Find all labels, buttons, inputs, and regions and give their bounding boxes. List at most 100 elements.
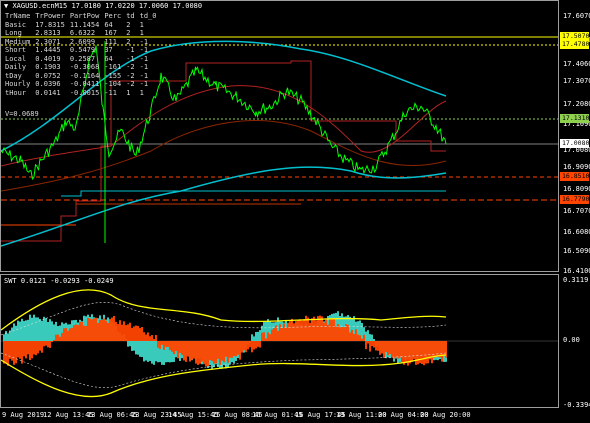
price-level-tag: 16.7790	[560, 195, 590, 204]
histogram-bar	[27, 319, 29, 341]
histogram-bar	[7, 333, 9, 341]
table-cell: -1	[139, 37, 149, 46]
table-cell: Hourly	[5, 80, 31, 88]
histogram-bar	[357, 334, 359, 341]
price-level-tag: 17.4780	[560, 40, 590, 49]
histogram-bar	[3, 341, 5, 364]
histogram-bar	[147, 332, 149, 341]
histogram-bar	[295, 321, 297, 341]
histogram-bar	[361, 323, 363, 341]
histogram-bar	[163, 341, 165, 350]
histogram-bar	[143, 341, 145, 362]
histogram-bar	[15, 341, 17, 364]
histogram-bar	[93, 318, 95, 341]
histogram-bar	[117, 324, 119, 341]
histogram-bar	[119, 320, 121, 341]
histogram-bar	[391, 341, 393, 358]
table-cell: Long	[5, 29, 22, 37]
histogram-bar	[27, 341, 29, 355]
col-header: TrName	[5, 12, 31, 20]
histogram-bar	[375, 341, 377, 351]
collapse-arrow-icon[interactable]: ▼	[4, 2, 8, 10]
time-tick-label: 13 Aug 06:45	[87, 411, 138, 419]
histogram-bar	[343, 327, 345, 341]
histogram-bar	[229, 341, 231, 358]
table-cell: 64	[104, 54, 113, 63]
histogram-bar	[227, 341, 229, 363]
histogram-bar	[187, 341, 189, 357]
histogram-bar	[245, 341, 247, 353]
histogram-bar	[29, 341, 31, 360]
histogram-bar	[233, 341, 235, 357]
indicator-tick-label: -0.3394	[563, 401, 590, 409]
histogram-bar	[45, 341, 47, 346]
upper-band	[1, 289, 447, 331]
histogram-bar	[35, 341, 37, 356]
histogram-bar	[355, 329, 357, 341]
indicator-tick-label: 0.00	[563, 336, 580, 344]
histogram-bar	[175, 341, 177, 351]
histogram-bar	[231, 341, 233, 358]
histogram-bar	[79, 321, 81, 341]
ma-red	[1, 85, 447, 167]
histogram-bar	[327, 324, 329, 341]
histogram-bar	[31, 317, 33, 341]
histogram-bar	[333, 318, 335, 341]
price-tick-label: 17.4060	[563, 60, 590, 68]
table-cell: 2	[126, 20, 131, 29]
histogram-bar	[351, 330, 353, 341]
col-header: Perc	[104, 12, 122, 20]
price-tick-label: 16.7070	[563, 207, 590, 215]
histogram-bar	[49, 319, 51, 341]
histogram-bar	[325, 319, 327, 341]
histogram-bar	[171, 341, 173, 352]
swt-indicator-pane[interactable]	[0, 274, 559, 408]
histogram-bar	[155, 341, 157, 362]
histogram-bar	[371, 341, 373, 347]
histogram-bar	[85, 326, 87, 341]
cyan-level-line	[61, 190, 446, 197]
histogram-bar	[83, 325, 85, 341]
price-tick-label: 16.9090	[563, 163, 590, 171]
histogram-bar	[81, 321, 83, 341]
histogram-bar	[139, 341, 141, 357]
histogram-bar	[149, 336, 151, 341]
histogram-bar	[221, 341, 223, 361]
table-cell: 2	[126, 29, 131, 37]
price-level-tag: 17.1310	[560, 114, 590, 123]
histogram-bar	[409, 341, 411, 364]
histogram-bar	[13, 341, 15, 365]
table-cell: Basic	[5, 20, 27, 29]
histogram-bar	[389, 341, 391, 354]
table-row: Long 2.8313 6.6322 167 2 1	[5, 29, 161, 38]
trend-power-table: TrName TrPower PartPow Perc td td_0 Basi…	[5, 12, 161, 97]
histogram-bar	[5, 341, 7, 364]
table-cell: 111	[104, 37, 117, 46]
histogram-bar	[311, 318, 313, 341]
histogram-bar	[25, 341, 27, 359]
histogram-bar	[101, 320, 103, 341]
table-cell: -1	[139, 46, 149, 54]
table-cell: 0.0396	[35, 80, 61, 88]
table-row: tHour 0.0141 -0.0015 -11 1 1	[5, 89, 161, 98]
histogram-bar	[129, 322, 131, 341]
histogram-bar	[31, 341, 33, 359]
table-row: Medium 2.3071 2.6099 111 2 -1	[5, 38, 161, 47]
histogram-bar	[33, 314, 35, 341]
histogram-bar	[63, 328, 65, 341]
histogram-bar	[33, 341, 35, 355]
histogram-bar	[369, 341, 371, 352]
time-tick-label: 9 Aug 2019	[2, 411, 45, 419]
histogram-bar	[223, 341, 225, 363]
histogram-bar	[47, 321, 49, 341]
table-row: Daily 0.1903 -0.3068 -161 -2 -1	[5, 63, 161, 72]
histogram-bar	[73, 325, 75, 341]
histogram-bar	[235, 341, 237, 357]
histogram-bar	[17, 320, 19, 341]
histogram-bar	[39, 318, 41, 341]
table-cell: tDay	[5, 71, 22, 80]
col-header: td	[126, 12, 135, 20]
histogram-bar	[369, 334, 371, 341]
histogram-bar	[393, 341, 395, 359]
histogram-bar	[425, 341, 427, 364]
